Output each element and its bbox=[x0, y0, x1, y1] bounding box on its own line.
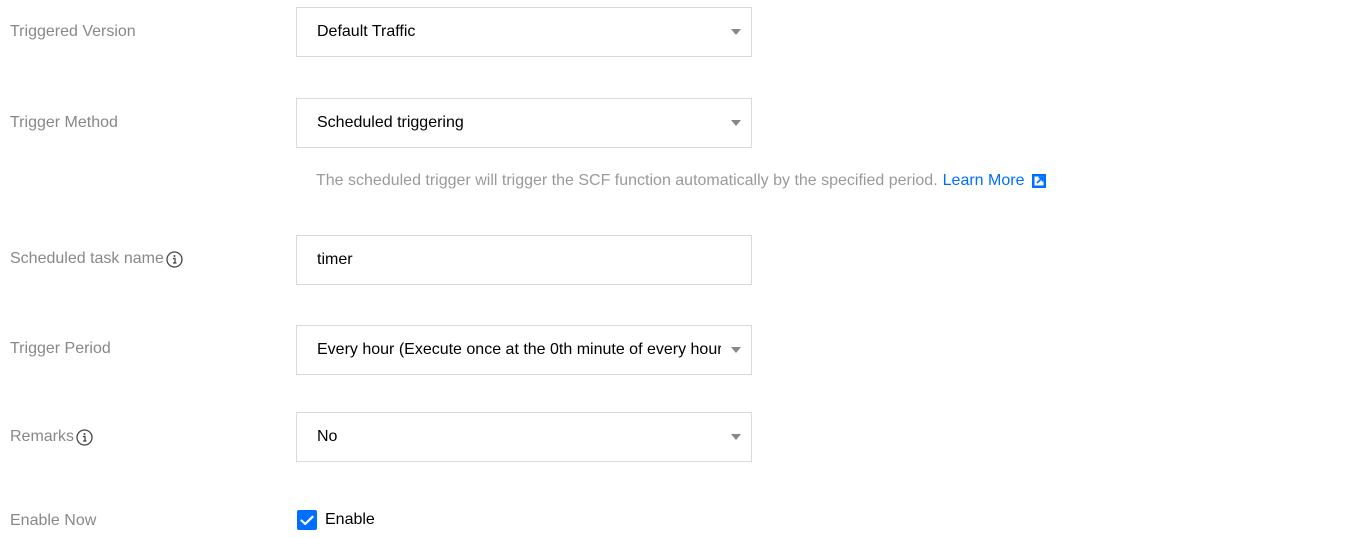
checkmark-icon bbox=[300, 515, 314, 525]
info-icon[interactable] bbox=[166, 250, 183, 268]
enable-checkbox-label: Enable bbox=[325, 511, 375, 528]
external-link-icon[interactable] bbox=[1031, 173, 1047, 189]
scheduled-task-name-text: Scheduled task name bbox=[10, 250, 164, 267]
scheduled-task-name-value: timer bbox=[317, 251, 353, 268]
scheduled-task-name-label: Scheduled task name bbox=[10, 250, 183, 268]
trigger-period-select[interactable]: Every hour (Execute once at the 0th minu… bbox=[296, 325, 752, 375]
helper-text: The scheduled trigger will trigger the S… bbox=[316, 172, 938, 189]
trigger-period-value: Every hour (Execute once at the 0th minu… bbox=[317, 341, 721, 358]
remarks-text: Remarks bbox=[10, 428, 75, 445]
remarks-value: No bbox=[317, 428, 338, 445]
remarks-label: Remarks bbox=[10, 428, 93, 446]
triggered-version-select[interactable]: Default Traffic bbox=[296, 7, 752, 57]
chevron-down-icon bbox=[721, 434, 751, 440]
enable-checkbox-group[interactable]: Enable bbox=[297, 510, 375, 530]
learn-more-link[interactable]: Learn More bbox=[943, 172, 1025, 190]
triggered-version-label: Triggered Version bbox=[10, 23, 136, 40]
chevron-down-icon bbox=[721, 120, 751, 126]
enable-now-label: Enable Now bbox=[10, 512, 97, 529]
trigger-period-label: Trigger Period bbox=[10, 340, 111, 357]
remarks-select[interactable]: No bbox=[296, 412, 752, 462]
chevron-down-icon bbox=[721, 29, 751, 35]
info-icon[interactable] bbox=[76, 428, 93, 446]
trigger-method-value: Scheduled triggering bbox=[317, 114, 464, 131]
trigger-method-label: Trigger Method bbox=[10, 114, 118, 131]
trigger-method-select[interactable]: Scheduled triggering bbox=[296, 98, 752, 148]
trigger-method-helper: The scheduled trigger will trigger the S… bbox=[316, 172, 1047, 190]
chevron-down-icon bbox=[721, 347, 751, 353]
scheduled-task-name-input[interactable]: timer bbox=[296, 235, 752, 285]
enable-checkbox[interactable] bbox=[297, 510, 317, 530]
triggered-version-value: Default Traffic bbox=[317, 23, 416, 40]
